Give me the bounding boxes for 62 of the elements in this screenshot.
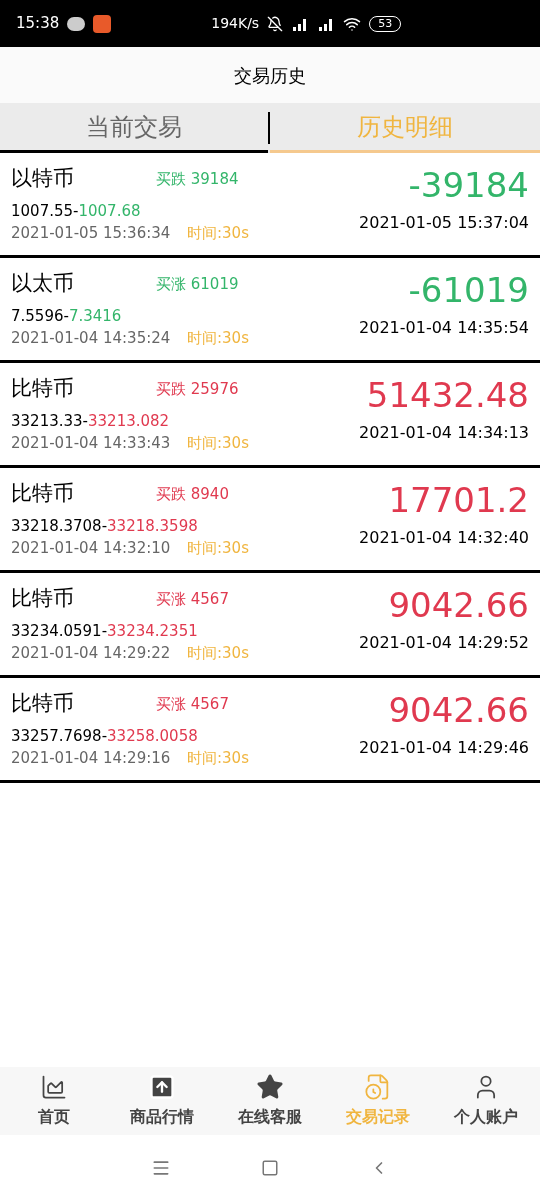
- trade-row[interactable]: 以特币 买跌 39184 1007.55-1007.68 2021-01-05 15:36:34 时间:30s -39184 2021-01-05 15:37:04: [0, 153, 540, 258]
- coin-name: 比特币: [11, 690, 75, 717]
- profit-amount: 17701.2: [388, 479, 529, 522]
- coin-name: 比特币: [11, 375, 75, 402]
- star-icon: [256, 1073, 284, 1101]
- app-icon: [93, 14, 112, 33]
- close-time: 2021-01-04 14:29:46: [359, 737, 529, 759]
- trade-direction: 买跌 39184: [156, 168, 239, 190]
- duration: 时间:30s: [187, 538, 249, 559]
- home-icon[interactable]: [261, 1158, 279, 1177]
- trade-row[interactable]: 比特币 买跌 8940 33218.3708-33218.3598 2021-01-04 14:32:10 时间:30s 17701.2 2021-01-04 14:32:40: [0, 468, 540, 573]
- nav-tab[interactable]: 在线客服: [216, 1067, 324, 1135]
- trade-direction: 买跌 25976: [156, 378, 239, 400]
- trade-direction: 买涨 4567: [156, 588, 229, 610]
- nav-tab[interactable]: 商品行情: [108, 1067, 216, 1135]
- coin-name: 以特币: [11, 165, 75, 192]
- profit-amount: 9042.66: [388, 584, 529, 627]
- duration: 时间:30s: [187, 643, 249, 664]
- price-range: 33213.33-33213.082: [11, 410, 171, 432]
- open-time: 2021-01-04 14:33:43: [11, 433, 172, 454]
- duration: 时间:30s: [187, 328, 249, 349]
- price-range: 1007.55-1007.68: [11, 200, 142, 222]
- price-range: 33234.0591-33234.2351: [11, 620, 199, 642]
- page-title: 交易历史: [234, 63, 306, 88]
- open-time: 2021-01-04 14:29:22: [11, 643, 172, 664]
- profit-amount: 9042.66: [388, 689, 529, 732]
- price-range: 33218.3708-33218.3598: [11, 515, 199, 537]
- trade-direction: 买跌 8940: [156, 483, 229, 505]
- duration: 时间:30s: [187, 433, 249, 454]
- price-range: 33257.7698-33258.0058: [11, 725, 199, 747]
- close-time: 2021-01-04 14:32:40: [359, 527, 529, 549]
- network-speed: 194K/s: [211, 14, 260, 33]
- nav-tab[interactable]: 个人账户: [432, 1067, 540, 1135]
- trade-row[interactable]: 比特币 买跌 25976 33213.33-33213.082 2021-01-04 14:33:43 时间:30s 51432.48 2021-01-04 14:34:13: [0, 363, 540, 468]
- profit-amount: 51432.48: [366, 374, 529, 417]
- chart-icon: [40, 1073, 68, 1101]
- duration: 时间:30s: [187, 748, 249, 769]
- trade-row[interactable]: 以太币 买涨 61019 7.5596-7.3416 2021-01-04 14:35:24 时间:30s -61019 2021-01-04 14:35:54: [0, 258, 540, 363]
- nav-tab[interactable]: 首页: [0, 1067, 108, 1135]
- close-time: 2021-01-04 14:35:54: [359, 317, 529, 339]
- profit-amount: -39184: [408, 164, 529, 207]
- open-time: 2021-01-04 14:32:10: [11, 538, 172, 559]
- close-time: 2021-01-04 14:34:13: [359, 422, 529, 444]
- open-time: 2021-01-04 14:35:24: [11, 328, 172, 349]
- price-range: 7.5596-7.3416: [11, 305, 123, 327]
- coin-name: 以太币: [11, 270, 75, 297]
- profit-amount: -61019: [408, 269, 529, 312]
- duration: 时间:30s: [187, 223, 249, 244]
- close-time: 2021-01-05 15:37:04: [359, 212, 529, 234]
- coin-name: 比特币: [11, 585, 75, 612]
- open-time: 2021-01-05 15:36:34: [11, 223, 172, 244]
- mute-icon: [267, 15, 284, 32]
- close-time: 2021-01-04 14:29:52: [359, 632, 529, 654]
- tab[interactable]: 当前交易: [0, 103, 268, 153]
- open-time: 2021-01-04 14:29:16: [11, 748, 172, 769]
- trade-row[interactable]: 比特币 买涨 4567 33234.0591-33234.2351 2021-01-04 14:29:22 时间:30s 9042.66 2021-01-04 14:29:52: [0, 573, 540, 678]
- coin-name: 比特币: [11, 480, 75, 507]
- trade-direction: 买涨 61019: [156, 273, 239, 295]
- trade-row[interactable]: 比特币 买涨 4567 33257.7698-33258.0058 2021-01-04 14:29:16 时间:30s 9042.66 2021-01-04 14:29:46: [0, 678, 540, 783]
- trade-direction: 买涨 4567: [156, 693, 229, 715]
- upload-icon: [148, 1073, 176, 1101]
- status-time: 15:38: [16, 13, 60, 35]
